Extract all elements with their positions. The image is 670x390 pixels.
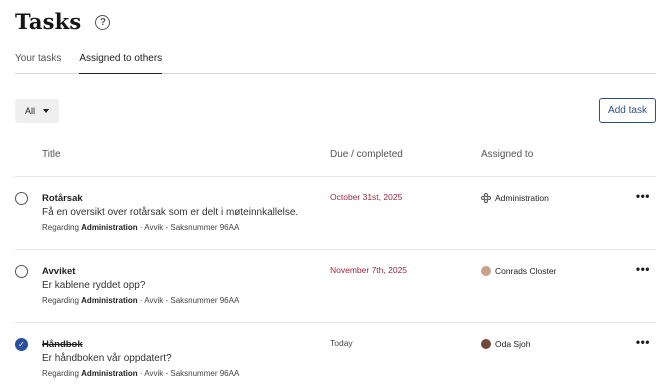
task-title[interactable]: Avviket — [42, 266, 75, 277]
check-icon: ✓ — [18, 340, 25, 349]
task-regarding: Regarding Administration · Avvik - Saksn… — [42, 369, 240, 378]
task-title[interactable]: Håndbok — [42, 339, 83, 350]
task-row[interactable]: ✓ Håndbok Er håndboken vår oppdatert? Re… — [15, 323, 656, 390]
task-description: Er kablene ryddet opp? — [42, 280, 146, 291]
tab-assigned-to-others[interactable]: Assigned to others — [79, 51, 163, 74]
tab-bar: Your tasks Assigned to others — [15, 51, 656, 74]
assignee-name: Administration — [495, 193, 549, 203]
task-due-date: November 7th, 2025 — [330, 265, 408, 275]
regarding-link[interactable]: Administration — [81, 369, 137, 378]
task-description: Er håndboken vår oppdatert? — [42, 353, 172, 364]
avatar — [481, 266, 491, 276]
column-header-due[interactable]: Due / completed — [330, 149, 403, 160]
task-assignee[interactable]: Conrads Closter — [481, 266, 556, 276]
task-description: Få en oversikt over rotårsak som er delt… — [42, 207, 299, 218]
add-task-button[interactable]: Add task — [599, 98, 656, 123]
page-title: Tasks — [15, 9, 82, 34]
help-icon[interactable]: ? — [95, 15, 111, 30]
column-header-title[interactable]: Title — [42, 149, 61, 160]
task-regarding: Regarding Administration · Avvik - Saksn… — [42, 296, 240, 305]
group-icon — [481, 193, 491, 203]
filter-dropdown[interactable]: All — [15, 99, 59, 123]
task-title[interactable]: Rotårsak — [42, 193, 83, 204]
regarding-link[interactable]: Administration — [81, 296, 137, 305]
task-assignee[interactable]: Administration — [481, 193, 549, 203]
task-checkbox-checked[interactable]: ✓ — [15, 338, 28, 351]
chevron-down-icon — [43, 109, 50, 113]
regarding-link[interactable]: Administration — [81, 223, 137, 232]
column-header-assigned[interactable]: Assigned to — [481, 149, 533, 160]
task-row[interactable]: Avviket Er kablene ryddet opp? Regarding… — [15, 250, 656, 323]
tab-your-tasks[interactable]: Your tasks — [15, 51, 61, 74]
task-regarding: Regarding Administration · Avvik - Saksn… — [42, 223, 240, 232]
page-header: Tasks ? — [15, 9, 111, 34]
avatar — [481, 339, 491, 349]
task-assignee[interactable]: Oda Sjoh — [481, 339, 530, 349]
more-icon[interactable]: ••• — [636, 335, 650, 349]
filter-value: All — [25, 106, 36, 116]
task-checkbox[interactable] — [15, 192, 28, 205]
task-due-date: October 31st, 2025 — [330, 192, 403, 202]
more-icon[interactable]: ••• — [636, 262, 650, 276]
assignee-name: Oda Sjoh — [495, 339, 531, 349]
task-due-date: Today — [330, 338, 353, 348]
more-icon[interactable]: ••• — [636, 189, 650, 203]
assignee-name: Conrads Closter — [495, 266, 557, 276]
task-checkbox[interactable] — [15, 265, 28, 278]
task-row[interactable]: Rotårsak Få en oversikt over rotårsak so… — [15, 177, 656, 250]
